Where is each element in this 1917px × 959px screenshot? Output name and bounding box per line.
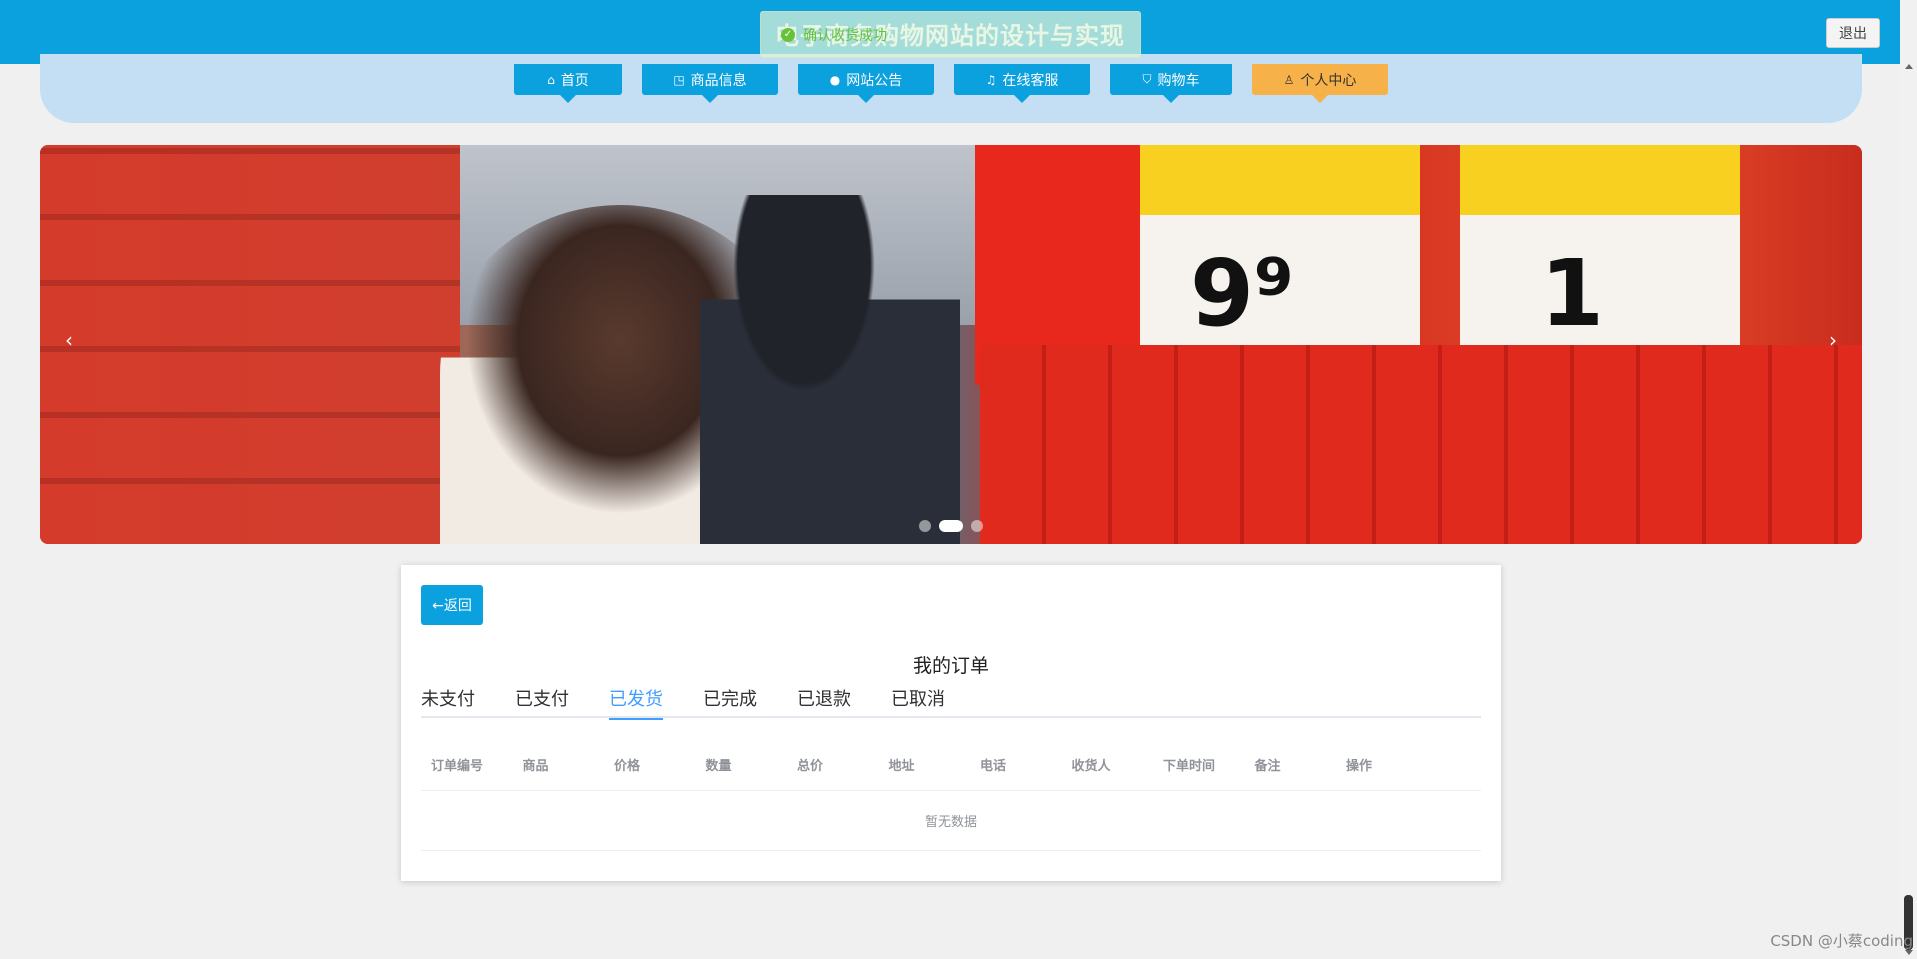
- nav-item-customer-service[interactable]: ♫ 在线客服: [954, 64, 1090, 103]
- nav-item-label: 商品信息: [690, 72, 747, 89]
- nav-item-announcements[interactable]: ● 网站公告: [798, 64, 934, 103]
- column-header: 总价: [797, 759, 824, 774]
- orders-table: 订单编号 商品 价格 数量 总价 地址 电话 收货人 下单时间 备注 操作 暂无…: [421, 739, 1481, 851]
- headset-icon: ♫: [985, 72, 997, 87]
- user-icon: ♙: [1283, 72, 1295, 87]
- nav-item-profile[interactable]: ♙ 个人中心: [1252, 64, 1388, 103]
- tab-cancelled[interactable]: 已取消: [891, 683, 945, 718]
- column-header: 价格: [614, 759, 641, 774]
- carousel-next-arrow[interactable]: ›: [1818, 325, 1848, 355]
- scroll-up-arrow-icon[interactable]: [1905, 64, 1913, 69]
- banner-shopper-graphic: [700, 195, 960, 544]
- tab-paid[interactable]: 已支付: [515, 683, 569, 718]
- carousel-dot[interactable]: [939, 520, 963, 532]
- notice-icon: ●: [829, 72, 841, 87]
- carousel-dot[interactable]: [971, 520, 983, 532]
- cart-icon: ⛉: [1142, 72, 1152, 86]
- carousel-prev-arrow[interactable]: ‹: [54, 325, 84, 355]
- banner-red-packets: [980, 345, 1862, 544]
- column-header: 商品: [522, 759, 549, 774]
- back-button[interactable]: ←返回: [421, 585, 483, 625]
- nav-item-products[interactable]: ◳ 商品信息: [642, 64, 778, 103]
- nav-item-home[interactable]: ⌂ 首页: [514, 64, 622, 103]
- nav-item-label: 首页: [560, 72, 589, 89]
- banner-price-text: 1: [1540, 240, 1605, 347]
- page-title: 我的订单: [912, 655, 989, 677]
- tab-refunded[interactable]: 已退款: [797, 683, 851, 718]
- column-header: 地址: [888, 759, 915, 774]
- nav-item-label: 购物车: [1157, 72, 1200, 89]
- order-status-tabs: 未支付 已支付 已发货 已完成 已退款 已取消: [421, 683, 1481, 720]
- check-circle-icon: ✓: [781, 27, 795, 42]
- column-header: 订单编号: [431, 759, 484, 774]
- nav-panel: [40, 54, 1862, 123]
- table-header: 订单编号 商品 价格 数量 总价 地址 电话 收货人 下单时间 备注 操作: [421, 739, 1481, 791]
- nav-item-label: 个人中心: [1300, 72, 1357, 89]
- column-header: 电话: [980, 759, 1007, 774]
- tab-shipped[interactable]: 已发货: [609, 683, 663, 720]
- watermark: CSDN @小蔡coding: [1770, 932, 1913, 950]
- tab-completed[interactable]: 已完成: [703, 683, 757, 718]
- orders-card: ←返回 我的订单 未支付 已支付 已发货 已完成 已退款 已取消 订单编号 商品…: [401, 565, 1501, 881]
- column-header: 备注: [1254, 759, 1281, 774]
- nav-item-label: 在线客服: [1002, 72, 1059, 89]
- banner-price-text: 9⁹: [1190, 240, 1295, 347]
- bag-icon: ◳: [673, 72, 685, 87]
- empty-state: 暂无数据: [421, 791, 1481, 851]
- home-icon: ⌂: [547, 72, 555, 87]
- column-header: 数量: [705, 759, 732, 774]
- column-header: 下单时间: [1163, 759, 1216, 774]
- success-toast: ✓ 确认收货成功: [760, 11, 1141, 58]
- logout-button[interactable]: 退出: [1826, 18, 1880, 48]
- nav-item-cart[interactable]: ⛉ 购物车: [1110, 64, 1232, 103]
- tab-unpaid[interactable]: 未支付: [421, 683, 475, 718]
- page-scrollbar[interactable]: [1900, 0, 1917, 959]
- banner-carousel: 9⁹ 1 ‹ ›: [40, 145, 1862, 544]
- column-header: 收货人: [1071, 759, 1111, 774]
- carousel-dot[interactable]: [919, 520, 931, 532]
- carousel-indicators: [40, 520, 1862, 532]
- column-header: 操作: [1346, 759, 1373, 774]
- banner-shelf-graphic: [40, 145, 460, 544]
- nav-item-label: 网站公告: [846, 72, 903, 89]
- toast-message: 确认收货成功: [803, 27, 887, 44]
